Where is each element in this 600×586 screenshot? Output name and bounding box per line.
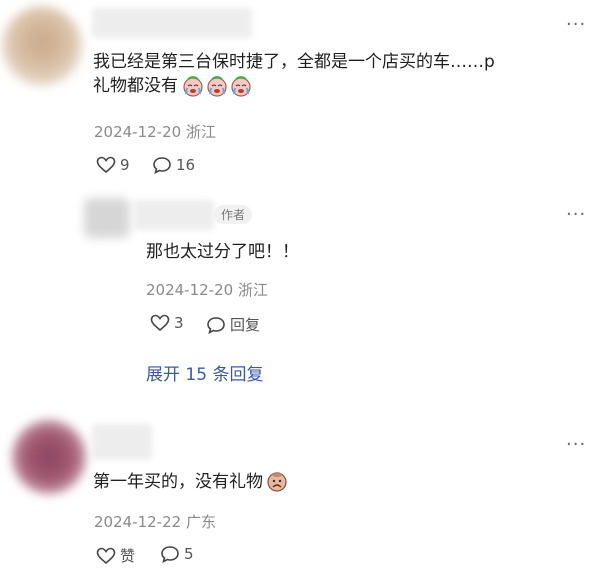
- like-button[interactable]: 9: [96, 156, 130, 174]
- reply-meta: 2024-12-20 浙江: [146, 281, 268, 299]
- comment-text: 我已经是第三台保时捷了，全都是一个店买的车……p 礼物都没有: [93, 50, 495, 98]
- like-count: 9: [120, 156, 130, 174]
- comment-meta: 2024-12-20 浙江: [94, 123, 216, 141]
- author-badge: 作者: [214, 205, 253, 224]
- comment-bubble-icon: [207, 316, 225, 334]
- comment-text-line2-text: 礼物都没有: [93, 76, 178, 96]
- like-label: 赞: [120, 547, 136, 565]
- heart-icon: [150, 314, 170, 332]
- like-button[interactable]: 3: [150, 314, 184, 332]
- comment-bubble-icon: [153, 157, 171, 174]
- username-blurred[interactable]: [92, 8, 252, 38]
- sad-face-emoji: [267, 472, 287, 492]
- comment-text-line2: 礼物都没有: [93, 74, 495, 98]
- comment-text-content: 第一年买的，没有礼物: [93, 472, 263, 492]
- more-options-icon[interactable]: ···: [566, 434, 586, 455]
- heart-icon: [96, 156, 116, 174]
- comment-meta: 2024-12-22 广东: [94, 513, 216, 531]
- comment-text-line1: 我已经是第三台保时捷了，全都是一个店买的车……p: [93, 52, 495, 72]
- username-blurred[interactable]: [134, 200, 214, 230]
- expand-replies-link[interactable]: 展开 15 条回复: [146, 360, 263, 385]
- avatar[interactable]: [84, 198, 130, 238]
- like-count: 3: [174, 314, 184, 332]
- reply-button[interactable]: 回复: [206, 314, 260, 335]
- crying-face-emoji: [182, 75, 254, 97]
- reply-label: 回复: [230, 316, 261, 334]
- reply-count: 16: [176, 156, 196, 174]
- comment-text: 第一年买的，没有礼物: [93, 470, 290, 494]
- username-blurred[interactable]: [92, 424, 152, 460]
- more-options-icon[interactable]: ···: [566, 14, 586, 35]
- reply-button[interactable]: 16: [152, 156, 195, 174]
- like-button[interactable]: 赞: [96, 545, 135, 566]
- avatar[interactable]: [2, 6, 82, 86]
- reply-count: 5: [184, 545, 194, 563]
- heart-icon: [96, 547, 116, 564]
- comment-bubble-icon: [161, 546, 179, 563]
- reply-text: 那也太过分了吧！！: [146, 242, 299, 262]
- reply-button[interactable]: 5: [160, 545, 194, 563]
- avatar[interactable]: [12, 420, 86, 494]
- more-options-icon[interactable]: ···: [566, 204, 586, 225]
